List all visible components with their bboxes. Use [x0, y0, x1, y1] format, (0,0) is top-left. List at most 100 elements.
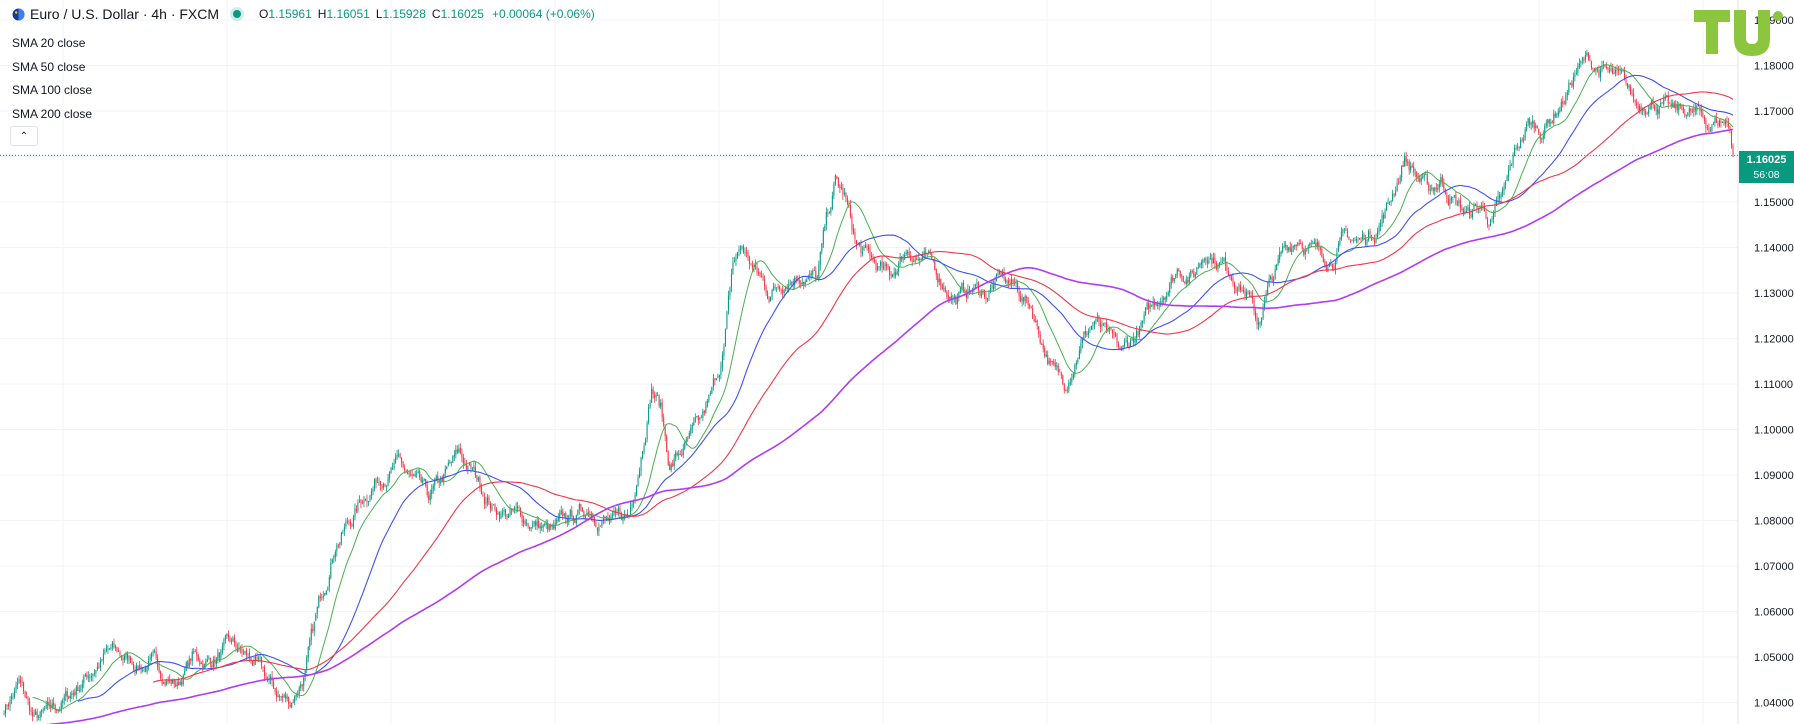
- candle-body: [14, 690, 16, 697]
- candle-body: [163, 681, 165, 684]
- indicator-legend: SMA 20 close SMA 50 close SMA 100 close …: [12, 32, 92, 126]
- candle-body: [1056, 365, 1058, 367]
- candle-body: [149, 657, 151, 661]
- candle-body: [667, 451, 669, 466]
- candle-body: [325, 590, 327, 595]
- legend-sma-50[interactable]: SMA 50 close: [12, 56, 92, 80]
- candle-body: [96, 666, 98, 670]
- candle-body: [1295, 244, 1297, 247]
- candle-body: [539, 525, 541, 529]
- candle-body: [878, 266, 880, 268]
- candle-body: [1610, 68, 1612, 71]
- candle-body: [1182, 276, 1184, 282]
- candle-body: [361, 502, 363, 504]
- candle-body: [636, 486, 638, 496]
- candle-body: [319, 596, 321, 598]
- candle-body: [456, 449, 458, 453]
- candle-body: [1378, 225, 1380, 233]
- candle-body: [1613, 73, 1615, 74]
- legend-sma-20[interactable]: SMA 20 close: [12, 32, 92, 56]
- symbol-title[interactable]: Euro / U.S. Dollar · 4h · FXCM: [30, 6, 219, 22]
- candle-body: [301, 684, 303, 686]
- legend-sma-100[interactable]: SMA 100 close: [12, 79, 92, 103]
- candle-body: [1242, 290, 1245, 292]
- candle-body: [455, 449, 457, 456]
- candle-body: [429, 493, 431, 501]
- candle-body: [395, 457, 397, 463]
- candle-body: [703, 411, 705, 414]
- collapse-legend-button[interactable]: ⌃: [10, 126, 38, 146]
- candle-body: [1422, 176, 1424, 178]
- candle-body: [1048, 361, 1050, 364]
- price-tick-label: 1.11000: [1754, 379, 1793, 391]
- candle-body: [770, 297, 772, 302]
- candle-body: [529, 526, 531, 530]
- candle-body: [1431, 187, 1433, 189]
- candle-body: [1396, 183, 1398, 191]
- candle-body: [30, 710, 32, 712]
- candle-body: [242, 652, 244, 654]
- candle-body: [1369, 231, 1371, 235]
- candle-body: [1488, 225, 1490, 227]
- price-chart[interactable]: 1.04000 1.05000 1.06000 1.07000 1.08000 1.090…: [0, 0, 1794, 724]
- candle-body: [1032, 308, 1034, 319]
- candle-body: [181, 681, 183, 685]
- candle-body: [99, 660, 101, 668]
- candle-body: [1648, 109, 1650, 114]
- candle-body: [1392, 194, 1394, 201]
- candle-body: [765, 286, 767, 293]
- candle-body: [569, 509, 571, 516]
- candle-body: [759, 273, 761, 276]
- candle-body: [1628, 85, 1630, 88]
- candle-body: [80, 689, 82, 691]
- candle-body: [116, 647, 118, 652]
- candle-body: [1077, 359, 1079, 363]
- candle-body: [1384, 210, 1386, 219]
- candle-body: [527, 523, 529, 527]
- candle-body: [691, 425, 693, 430]
- candle-body: [708, 394, 710, 402]
- candle-body: [1060, 373, 1062, 376]
- candle-body: [370, 491, 373, 496]
- candle-body: [1035, 320, 1037, 322]
- candle-body: [637, 477, 639, 487]
- candle-body: [1057, 365, 1059, 372]
- candle-body: [1345, 228, 1347, 230]
- candle-body: [312, 629, 314, 631]
- candle-body: [139, 666, 141, 668]
- candle-body: [1364, 239, 1367, 245]
- candle-body: [1533, 121, 1535, 129]
- candle-body: [1068, 383, 1070, 390]
- candle-body: [1399, 176, 1401, 184]
- candle-body: [1276, 264, 1278, 271]
- chart-area[interactable]: 1.04000 1.05000 1.06000 1.07000 1.08000 1.090…: [0, 0, 1794, 724]
- candle-body: [643, 445, 645, 452]
- candle-body: [336, 545, 338, 552]
- candle-body: [1331, 263, 1333, 268]
- candle-body: [1693, 108, 1695, 112]
- candle-body: [1024, 296, 1026, 302]
- candle-body: [727, 295, 729, 311]
- candle-body: [1438, 183, 1440, 188]
- candle-body: [1163, 297, 1165, 301]
- legend-sma-200[interactable]: SMA 200 close: [12, 103, 92, 127]
- chevron-up-icon: ⌃: [19, 130, 29, 142]
- candle-body: [1688, 108, 1690, 112]
- candle-body: [745, 251, 748, 253]
- candle-body: [1658, 107, 1660, 115]
- candle-body: [1468, 206, 1470, 214]
- candle-body: [1235, 288, 1237, 292]
- candle-body: [589, 515, 591, 517]
- candle-body: [282, 695, 284, 698]
- candle-body: [1259, 322, 1261, 324]
- candle-body: [994, 281, 996, 289]
- candle-body: [7, 704, 10, 707]
- candle-body: [717, 376, 719, 378]
- candle-body: [277, 695, 279, 697]
- candle-body: [517, 506, 519, 509]
- candle-body: [518, 506, 520, 508]
- candle-body: [176, 682, 178, 687]
- candle-body: [1149, 304, 1151, 309]
- tradingview-logo[interactable]: TV: [1694, 8, 1784, 56]
- candle-body: [532, 525, 534, 527]
